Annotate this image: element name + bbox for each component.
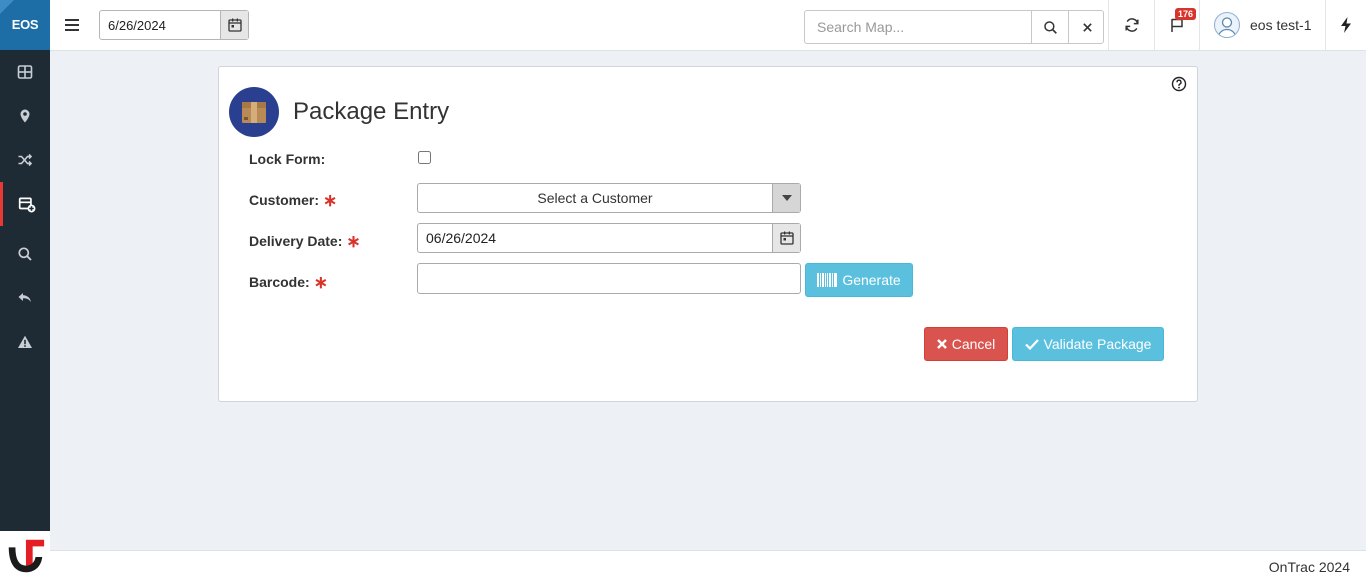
search-icon bbox=[1043, 20, 1057, 34]
cancel-button[interactable]: Cancel bbox=[924, 327, 1008, 361]
barcode-label: Barcode: ∗ bbox=[249, 272, 328, 292]
avatar bbox=[1214, 12, 1240, 38]
top-bar: 176 eos test-1 bbox=[50, 0, 1366, 51]
delivery-date-label: Delivery Date: ∗ bbox=[249, 231, 361, 251]
customer-label-text: Customer: bbox=[249, 192, 320, 208]
grid-icon bbox=[17, 65, 33, 79]
validate-package-button[interactable]: Validate Package bbox=[1012, 327, 1164, 361]
search-icon bbox=[18, 247, 32, 261]
clear-search-button[interactable] bbox=[1068, 11, 1105, 43]
map-search bbox=[804, 10, 1104, 44]
header-calendar-button[interactable] bbox=[220, 11, 248, 39]
sidebar: EOS bbox=[0, 0, 50, 581]
header-date-picker bbox=[99, 10, 249, 40]
customer-select[interactable]: Select a Customer bbox=[417, 183, 801, 213]
reply-icon bbox=[18, 293, 31, 302]
delivery-calendar-button[interactable] bbox=[772, 224, 800, 252]
check-icon bbox=[1024, 338, 1039, 350]
help-icon[interactable] bbox=[1171, 76, 1187, 92]
search-button[interactable] bbox=[1031, 11, 1068, 43]
footer: OnTrac 2024 bbox=[50, 550, 1366, 581]
hamburger-icon bbox=[65, 19, 79, 31]
required-marker: ∗ bbox=[313, 273, 328, 292]
ontrac-logo bbox=[0, 531, 50, 581]
dropdown-arrow[interactable] bbox=[772, 184, 800, 212]
sidebar-item-search[interactable] bbox=[0, 232, 50, 276]
required-marker: ∗ bbox=[346, 232, 361, 251]
sidebar-item-alerts[interactable] bbox=[0, 320, 50, 364]
divider bbox=[1199, 0, 1200, 50]
sidebar-item-dashboard[interactable] bbox=[0, 50, 50, 94]
notifications-button[interactable]: 176 bbox=[1165, 8, 1197, 37]
generate-button[interactable]: Generate bbox=[805, 263, 913, 297]
bolt-icon bbox=[1341, 17, 1351, 33]
delivery-date-label-text: Delivery Date: bbox=[249, 233, 343, 249]
eos-logo[interactable]: EOS bbox=[0, 0, 50, 50]
map-search-input[interactable] bbox=[805, 11, 1031, 43]
refresh-icon bbox=[1125, 18, 1139, 32]
divider bbox=[1154, 0, 1155, 50]
customer-label: Customer: ∗ bbox=[249, 190, 337, 210]
footer-text: OnTrac 2024 bbox=[1268, 559, 1350, 575]
page-title: Package Entry bbox=[293, 98, 450, 125]
menu-toggle-button[interactable] bbox=[62, 14, 82, 36]
lock-form-checkbox[interactable] bbox=[418, 151, 431, 164]
divider bbox=[1325, 0, 1326, 50]
caret-down-icon bbox=[781, 195, 792, 201]
warning-icon bbox=[18, 335, 32, 348]
cancel-label: Cancel bbox=[951, 336, 996, 352]
notification-badge: 176 bbox=[1175, 8, 1197, 20]
barcode-label-text: Barcode: bbox=[249, 274, 310, 290]
sidebar-item-map[interactable] bbox=[0, 94, 50, 138]
delivery-date-picker bbox=[417, 223, 801, 253]
logo-text: EOS bbox=[11, 17, 39, 32]
sidebar-item-returns[interactable] bbox=[0, 276, 50, 320]
calendar-icon bbox=[227, 18, 242, 32]
calendar-icon bbox=[779, 231, 794, 245]
refresh-button[interactable] bbox=[1120, 13, 1144, 37]
package-entry-panel: Package Entry Lock Form: Customer: ∗ Sele… bbox=[218, 66, 1198, 402]
sidebar-item-routes[interactable] bbox=[0, 138, 50, 182]
map-pin-icon bbox=[20, 109, 30, 123]
delivery-date-input[interactable] bbox=[418, 224, 772, 252]
shuffle-icon bbox=[18, 153, 33, 167]
package-icon bbox=[229, 87, 279, 137]
user-menu[interactable]: eos test-1 bbox=[1214, 12, 1311, 38]
header-date-input[interactable] bbox=[100, 11, 221, 39]
validate-label: Validate Package bbox=[1043, 336, 1152, 352]
generate-label: Generate bbox=[842, 272, 901, 288]
required-marker: ∗ bbox=[323, 191, 338, 210]
box-add-icon bbox=[18, 197, 35, 213]
barcode-icon bbox=[817, 273, 838, 287]
customer-select-value: Select a Customer bbox=[537, 190, 653, 206]
close-icon bbox=[1082, 22, 1092, 32]
user-avatar-icon bbox=[1217, 17, 1237, 37]
quick-actions-button[interactable] bbox=[1334, 13, 1358, 37]
close-icon bbox=[936, 339, 947, 349]
sidebar-item-package-entry[interactable] bbox=[0, 182, 50, 226]
lock-form-label: Lock Form: bbox=[249, 151, 326, 167]
divider bbox=[1108, 0, 1109, 50]
user-name: eos test-1 bbox=[1250, 17, 1312, 33]
barcode-input[interactable] bbox=[417, 263, 801, 294]
